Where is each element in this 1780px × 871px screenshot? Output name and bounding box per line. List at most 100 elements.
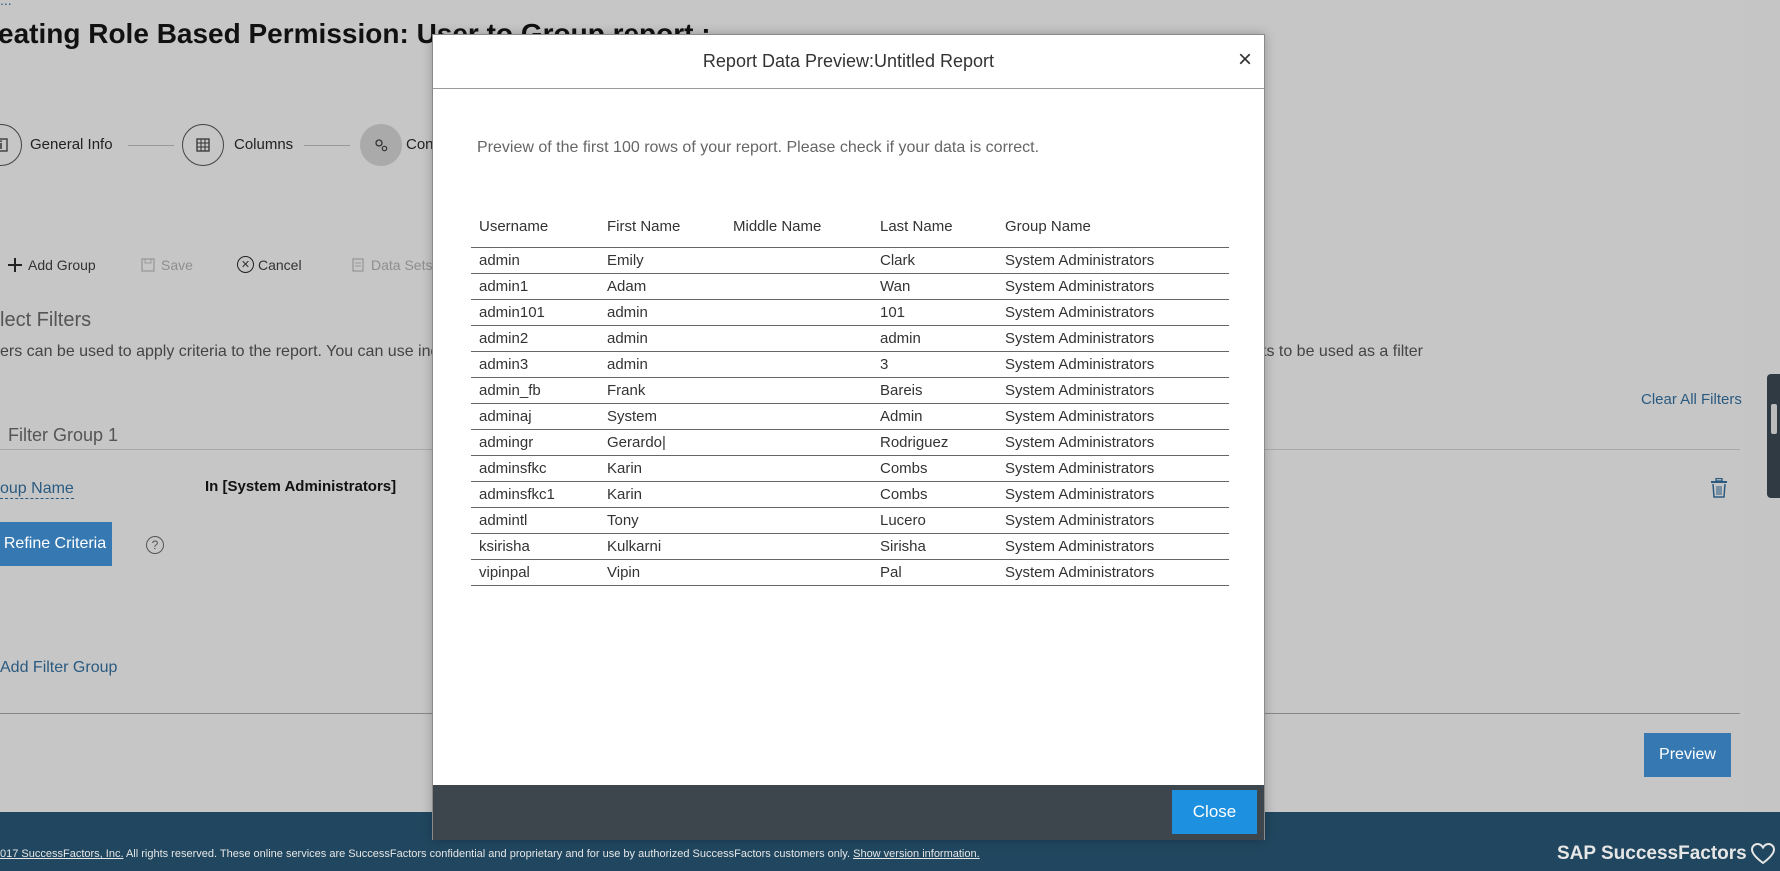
table-row: adminsfkc1 Karin Combs System Administrator… [471,481,1229,508]
info-icon[interactable] [0,124,22,166]
grid-icon[interactable] [182,124,224,166]
table-cell: System Administrators [997,403,1229,430]
table-cell: System Administrators [997,429,1229,456]
copyright-link[interactable]: 017 SuccessFactors, Inc. [0,848,124,860]
table-cell [725,247,872,274]
table-cell [725,429,872,456]
table-cell [725,559,872,586]
table-cell [725,299,872,326]
table-row: admin1 Adam Wan System Administrators [471,273,1229,300]
table-cell: Tony [599,507,725,534]
table-cell [725,351,872,378]
table-row: admin Emily Clark System Administrators [471,247,1229,274]
table-cell: 101 [872,299,997,326]
table-cell [725,377,872,404]
table-cell: System Administrators [997,507,1229,534]
save-button[interactable]: Save [139,256,193,274]
copyright-text: All rights reserved. These online servic… [123,848,854,860]
table-cell: Frank [599,377,725,404]
report-preview-dialog: Report Data Preview:Untitled Report × Pr… [432,34,1265,840]
dialog-header: Report Data Preview:Untitled Report × [433,35,1264,89]
table-cell: Kulkarni [599,533,725,560]
table-cell: Bareis [872,377,997,404]
table-cell: System Administrators [997,247,1229,274]
column-header-first-name[interactable]: First Name [599,207,725,248]
version-info-link[interactable]: Show version information. [853,848,980,860]
column-header-group-name[interactable]: Group Name [997,207,1229,248]
plus-icon [6,256,24,274]
table-cell: admin2 [471,325,599,352]
table-cell: Adam [599,273,725,300]
table-cell [725,481,872,508]
footer-copyright: 017 SuccessFactors, Inc. All rights rese… [0,848,980,860]
table-row: admin2 admin admin System Administrators [471,325,1229,352]
data-sets-label: Data Sets [371,257,433,273]
close-circle-icon: ✕ [237,256,254,273]
table-cell: admin [599,299,725,326]
table-row: adminaj System Admin System Administrators [471,403,1229,430]
table-cell: admin [599,351,725,378]
filter-value: In [System Administrators] [205,478,397,495]
table-cell: System Administrators [997,377,1229,404]
cancel-label: Cancel [258,256,302,273]
table-cell: System Administrators [997,299,1229,326]
step-general-info[interactable]: General Info [30,136,113,153]
add-group-label: Add Group [28,257,96,273]
table-cell: Combs [872,455,997,482]
table-cell: System Administrators [997,351,1229,378]
table-cell: Admin [872,403,997,430]
table-cell: admin [599,325,725,352]
table-cell: Combs [872,481,997,508]
table-row: admin3 admin 3 System Administrators [471,351,1229,378]
close-icon[interactable]: × [1233,46,1257,74]
table-row: ksirisha Kulkarni Sirisha System Administra… [471,533,1229,560]
table-body: admin Emily Clark System Administrators admi… [471,247,1229,586]
preview-button[interactable]: Preview [1644,733,1731,777]
table-cell: Lucero [872,507,997,534]
step-columns[interactable]: Columns [234,136,293,153]
refine-criteria-button[interactable]: Refine Criteria [0,522,112,566]
table-cell: System Administrators [997,481,1229,508]
table-row: admintl Tony Lucero System Administrators [471,507,1229,534]
trash-icon[interactable] [1710,477,1730,500]
side-panel-tab[interactable] [1767,374,1780,498]
table-cell: vipinpal [471,559,599,586]
table-cell: adminsfkc [471,455,599,482]
table-row: vipinpal Vipin Pal System Administrators [471,559,1229,586]
top-link[interactable]: ... [0,0,12,8]
preview-table: Username First Name Middle Name Last Nam… [471,207,1229,586]
table-cell: admintl [471,507,599,534]
data-sets-button[interactable]: Data Sets [349,256,432,274]
cancel-button[interactable]: ✕ Cancel [237,256,302,273]
section-description: ers can be used to apply criteria to the… [0,343,440,360]
table-row: adminsfkc Karin Combs System Administrators [471,455,1229,482]
table-cell: admin1 [471,273,599,300]
table-cell: Karin [599,481,725,508]
table-cell: Sirisha [872,533,997,560]
clear-all-filters-link[interactable]: Clear All Filters [1641,391,1742,408]
column-header-username[interactable]: Username [471,207,599,248]
dialog-description: Preview of the first 100 rows of your re… [477,139,1040,156]
brand-logo: SAP SuccessFactors [1557,843,1775,865]
add-group-button[interactable]: Add Group [6,256,96,274]
table-cell: admin_fb [471,377,599,404]
help-icon[interactable]: ? [146,536,164,554]
table-cell: admingr [471,429,599,456]
table-cell: System [599,403,725,430]
column-header-last-name[interactable]: Last Name [872,207,997,248]
document-icon [349,256,367,274]
gears-icon[interactable] [360,124,402,166]
heart-icon [1750,843,1775,865]
table-cell: System Administrators [997,455,1229,482]
close-button[interactable]: Close [1172,790,1257,834]
column-header-middle-name[interactable]: Middle Name [725,207,872,248]
add-filter-group-link[interactable]: Add Filter Group [0,659,117,677]
step-con[interactable]: Con [406,136,434,153]
table-cell: 3 [872,351,997,378]
table-cell: admin [471,247,599,274]
filter-field-link[interactable]: oup Name [0,480,74,499]
table-cell: Karin [599,455,725,482]
table-cell: Wan [872,273,997,300]
table-cell: System Administrators [997,273,1229,300]
table-cell: admin3 [471,351,599,378]
